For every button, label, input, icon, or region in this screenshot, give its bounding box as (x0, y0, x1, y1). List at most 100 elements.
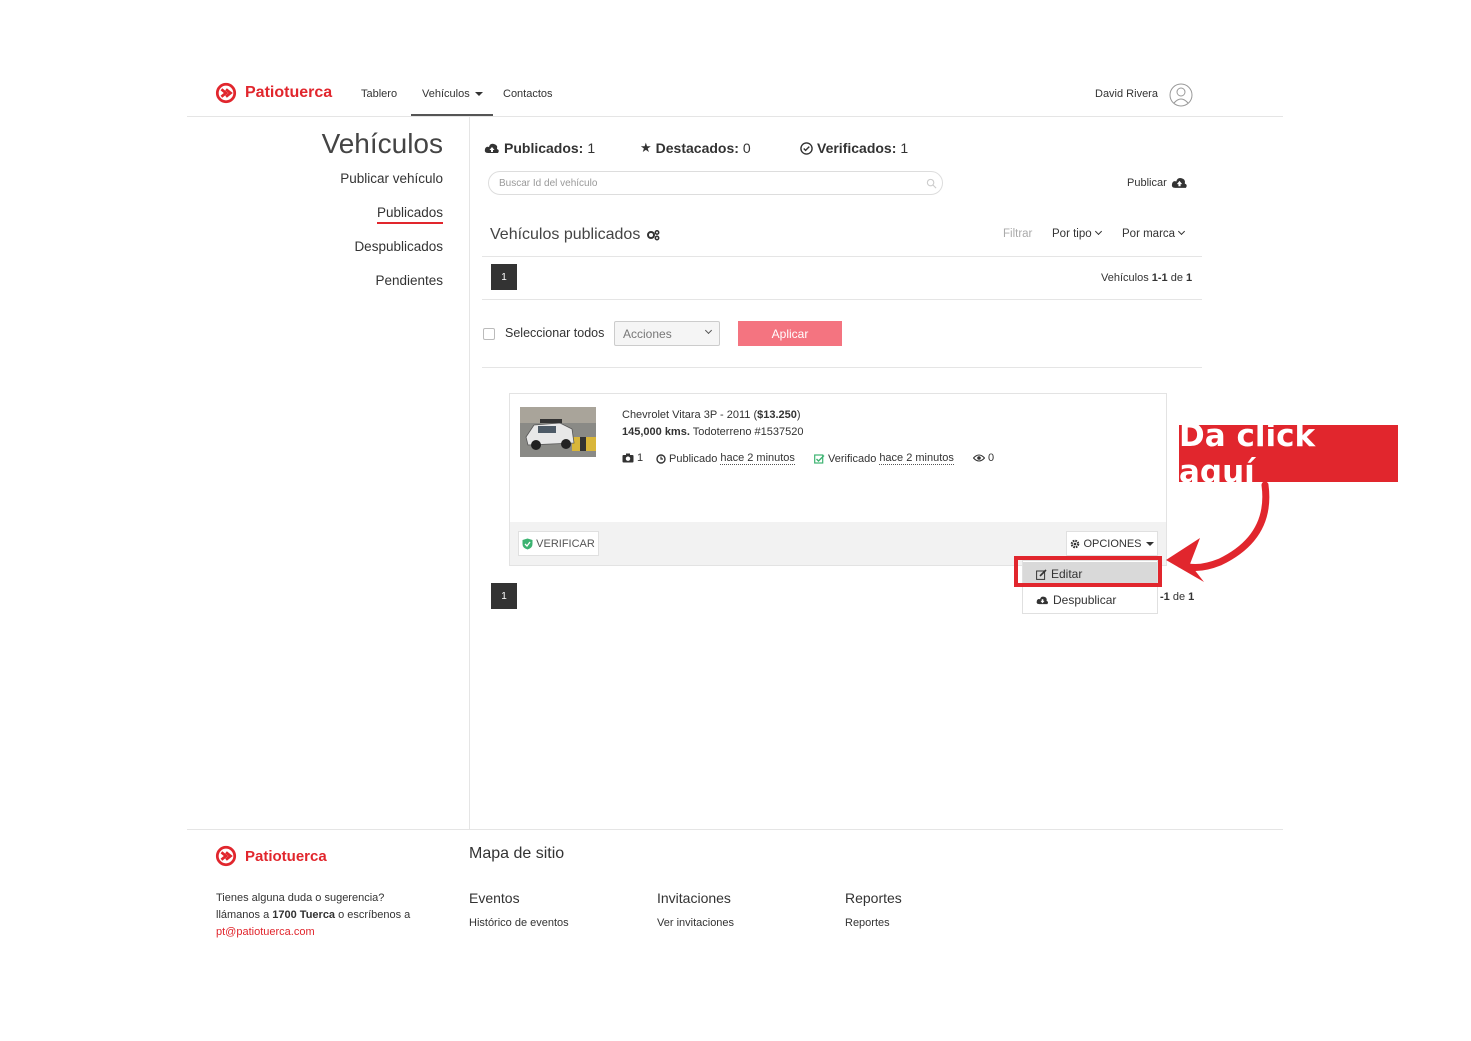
count-total: 1 (1186, 272, 1193, 284)
filter-type-dropdown[interactable]: Por tipo (1052, 227, 1102, 240)
footer-contact-line1: Tienes alguna duda o sugerencia? (216, 892, 385, 904)
verified-label: Verificado (828, 452, 877, 465)
pagination-page-bottom[interactable]: 1 (491, 583, 517, 609)
options-button-label: OPCIONES (1083, 537, 1142, 550)
cloud-download-icon (1036, 596, 1049, 605)
stat-verified-label: Verificados: (817, 140, 897, 156)
footer-link-reportes[interactable]: Reportes (845, 917, 890, 929)
views-count: 0 (973, 452, 994, 464)
camera-icon (622, 453, 634, 463)
sidebar-item-publicar[interactable]: Publicar vehículo (340, 171, 443, 186)
count-range: 1-1 (1151, 272, 1168, 284)
brand-logo[interactable]: Patiotuerca (215, 82, 332, 104)
footer-link-historico[interactable]: Histórico de eventos (469, 917, 569, 929)
vehicle-count-top: Vehículos 1-1 de 1 (1101, 272, 1192, 284)
cloud-upload-icon (484, 143, 499, 153)
nav-tablero[interactable]: Tablero (361, 88, 397, 100)
select-all-checkbox[interactable] (483, 328, 495, 340)
pagination-page-top[interactable]: 1 (491, 264, 517, 290)
views-count-value: 0 (988, 452, 995, 464)
footer-link-invitaciones[interactable]: Ver invitaciones (657, 917, 734, 929)
header-divider (187, 116, 1283, 117)
section-title: Vehículos publicados (490, 226, 660, 244)
nav-vehiculos-label: Vehículos (422, 88, 470, 100)
nav-contactos[interactable]: Contactos (503, 88, 553, 100)
sidebar-item-despublicados[interactable]: Despublicados (354, 239, 443, 254)
callout-highlight-frame (1014, 556, 1162, 587)
vehicle-id-search-input[interactable] (488, 171, 943, 195)
shield-check-icon (522, 538, 533, 549)
stat-published: Publicados: 1 (484, 140, 595, 156)
published-time: hace 2 minutos (720, 452, 795, 465)
footer-contact-line2: llámanos a 1700 Tuerca o escríbenos a (216, 909, 410, 921)
count-total-bottom: 1 (1188, 591, 1195, 603)
sidebar-item-publicados[interactable]: Publicados (376, 205, 443, 224)
vehicle-count-bottom: -1 de 1 (1160, 591, 1194, 603)
footer-heading-eventos: Eventos (469, 890, 520, 906)
sitemap-title: Mapa de sitio (469, 845, 565, 862)
patiotuerca-logo-icon (215, 845, 237, 867)
publish-button[interactable]: Publicar (1127, 176, 1188, 189)
user-name[interactable]: David Rivera (1095, 88, 1158, 100)
check-square-icon (814, 453, 825, 464)
sidebar-divider (469, 117, 470, 829)
caret-down-icon (474, 92, 483, 97)
stat-featured-value: 0 (742, 140, 751, 156)
verify-button[interactable]: VERIFICAR (518, 531, 599, 556)
chevron-down-icon (704, 326, 713, 335)
vehicle-km: 145,000 kms. (622, 426, 690, 438)
published-label: Publicado (669, 452, 718, 465)
callout-arrow-icon (1166, 482, 1270, 582)
contact-text-a: llámanos a (216, 909, 273, 921)
check-circle-icon (800, 141, 813, 155)
footer-heading-invitaciones: Invitaciones (657, 890, 731, 906)
publish-label: Publicar (1127, 176, 1167, 189)
sidebar-title: Vehículos (321, 128, 443, 159)
chevron-down-icon (1178, 227, 1186, 236)
vehicle-title-suffix: ) (796, 409, 801, 421)
vehicle-price: $13.250 (757, 409, 797, 421)
verify-button-label: VERIFICAR (536, 537, 595, 550)
options-button[interactable]: OPCIONES (1066, 531, 1158, 556)
vehicle-title[interactable]: Chevrolet Vitara 3P - 2011 ($13.250) (622, 409, 801, 421)
section-divider (482, 256, 1202, 257)
star-icon: ★ (640, 140, 652, 155)
stat-verified: Verificados: 1 (800, 140, 908, 156)
verified-time: hace 2 minutos (879, 452, 954, 465)
stat-published-value: 1 (587, 140, 596, 156)
actions-select-value: Acciones (623, 326, 672, 341)
verified-info: Verificado hace 2 minutos (814, 452, 954, 465)
count-range-bottom: -1 (1160, 591, 1170, 603)
apply-button[interactable]: Aplicar (738, 321, 842, 346)
stat-featured: ★ Destacados: 0 (640, 140, 751, 156)
actions-select[interactable]: Acciones (614, 321, 720, 346)
contact-text-b: o escríbenos a (335, 909, 411, 921)
eye-icon (973, 454, 985, 462)
callout-banner: Da click aquí (1179, 418, 1398, 490)
stat-featured-label: Destacados: (655, 140, 739, 156)
search-icon[interactable] (926, 178, 937, 189)
footer-logo[interactable]: Patiotuerca (215, 845, 327, 867)
contact-email-link[interactable]: pt@patiotuerca.com (216, 926, 315, 938)
photo-count-value: 1 (637, 452, 644, 464)
stat-verified-value: 1 (900, 140, 909, 156)
count-of-bottom: de (1172, 591, 1186, 603)
user-avatar-icon[interactable] (1169, 83, 1193, 107)
published-info: Publicado hace 2 minutos (656, 452, 795, 465)
stat-published-label: Publicados: (504, 140, 584, 156)
gear-icon (1071, 539, 1080, 548)
cogs-icon[interactable] (646, 229, 660, 241)
footer-divider (187, 829, 1283, 830)
vehicle-thumbnail[interactable] (520, 407, 596, 457)
photo-count: 1 (622, 452, 643, 464)
filter-brand-dropdown[interactable]: Por marca (1122, 227, 1186, 240)
footer-heading-reportes: Reportes (845, 890, 902, 906)
vehicle-subtitle: Todoterreno #1537520 (692, 426, 804, 438)
cloud-upload-icon (1171, 178, 1187, 188)
brand-name: Patiotuerca (245, 84, 333, 101)
vehicle-photo (520, 407, 596, 457)
nav-vehiculos[interactable]: Vehículos (422, 88, 483, 100)
sidebar-item-pendientes[interactable]: Pendientes (375, 273, 443, 288)
filter-label: Filtrar (1003, 228, 1033, 240)
menu-item-despublicar[interactable]: Despublicar (1023, 588, 1157, 612)
